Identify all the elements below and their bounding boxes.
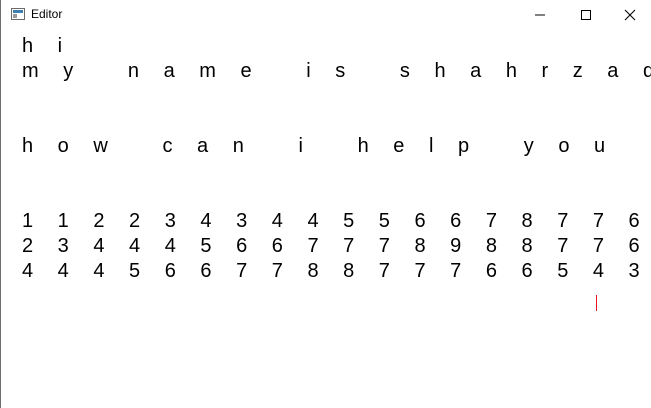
window-title: Editor [31, 7, 63, 21]
editor-line: 1 1 2 2 3 4 3 4 4 5 5 6 6 7 8 7 7 6 6 5 … [22, 210, 650, 232]
maximize-icon [581, 10, 591, 20]
editor-line: h o w c a n i h e l p y o u [22, 135, 615, 157]
app-window-icon [11, 8, 25, 20]
close-icon [624, 9, 636, 21]
maximize-button[interactable] [563, 0, 609, 30]
text-editor-area[interactable]: h i m y n a m e i s s h a h r z a d . h … [1, 31, 651, 408]
editor-window: Editor h i m y n a m e i s s h a h r z a… [0, 0, 651, 408]
text-cursor [596, 295, 597, 311]
editor-line: 2 3 4 4 4 5 6 6 7 7 7 8 9 8 8 7 7 6 6 5 … [22, 235, 650, 257]
title-bar[interactable]: Editor [1, 0, 651, 30]
minimize-icon [535, 14, 545, 16]
editor-line: h i [22, 35, 72, 57]
editor-line: 4 4 4 5 6 6 7 7 8 8 7 7 7 6 6 5 4 3 2 3 … [22, 260, 650, 282]
close-button[interactable] [607, 0, 651, 30]
editor-line: m y n a m e i s s h a h r z a d . [22, 60, 651, 82]
minimize-button[interactable] [517, 0, 563, 30]
